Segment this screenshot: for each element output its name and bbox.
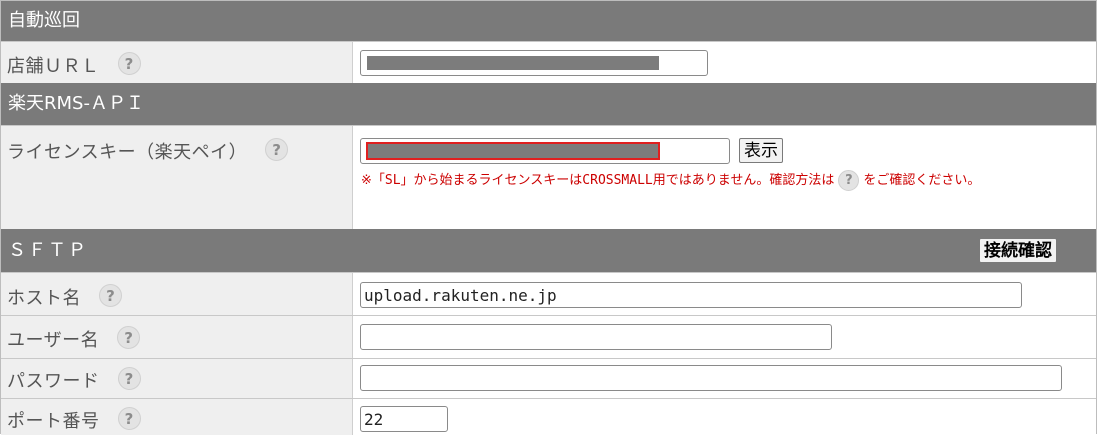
show-license-button[interactable]: 表示: [739, 138, 783, 163]
section-header-rakuten-api: 楽天RMS-ＡＰＩ: [1, 83, 1096, 125]
port-label: ポート番号: [7, 411, 100, 432]
help-icon[interactable]: ?: [117, 367, 141, 390]
row-port: ポート番号 ?: [1, 398, 1096, 435]
field-value: [353, 316, 1096, 358]
shop-url-input[interactable]: [360, 50, 708, 76]
username-label: ユーザー名: [7, 330, 100, 351]
password-input[interactable]: [360, 365, 1062, 391]
field-label: ホスト名 ?: [1, 273, 353, 315]
license-key-notice: ※「SL」から始まるライセンスキーはCROSSMALL用ではありません。確認方法…: [361, 167, 1090, 195]
field-value: [353, 273, 1096, 315]
host-input[interactable]: [360, 282, 1022, 308]
help-icon[interactable]: ?: [838, 170, 860, 191]
help-icon[interactable]: ?: [117, 326, 141, 349]
notice-text: ※「SL」から始まるライセンスキーはCROSSMALL用ではありません。確認方法…: [361, 173, 835, 188]
row-host: ホスト名 ?: [1, 272, 1096, 315]
username-input[interactable]: [360, 324, 832, 350]
field-label: 店舗ＵＲＬ ?: [1, 42, 353, 83]
section-title: 自動巡回: [8, 10, 80, 31]
license-key-input[interactable]: [360, 138, 730, 164]
section-header-sftp: ＳＦＴＰ 接続確認: [1, 229, 1096, 272]
redacted-mask: [367, 56, 659, 70]
license-key-label: ライセンスキー（楽天ペイ）: [7, 142, 248, 163]
shop-url-label: 店舗ＵＲＬ: [7, 56, 100, 77]
help-icon[interactable]: ?: [99, 284, 122, 307]
host-label: ホスト名: [7, 288, 81, 309]
field-label: ポート番号 ?: [1, 399, 353, 435]
connection-check-button[interactable]: 接続確認: [979, 238, 1057, 263]
field-value: [353, 42, 1096, 83]
section-header-auto-patrol: 自動巡回: [1, 1, 1096, 41]
field-label: ライセンスキー（楽天ペイ） ?: [1, 126, 353, 229]
password-label: パスワード: [7, 371, 100, 392]
field-value: [353, 399, 1096, 435]
row-shop-url: 店舗ＵＲＬ ?: [1, 41, 1096, 83]
settings-form: 自動巡回 店舗ＵＲＬ ? 楽天RMS-ＡＰＩ ライセンスキー（楽天ペイ） ? 表…: [0, 0, 1097, 435]
help-icon[interactable]: ?: [265, 138, 289, 161]
port-input[interactable]: [360, 406, 448, 432]
field-label: ユーザー名 ?: [1, 316, 353, 358]
section-title: 楽天RMS-ＡＰＩ: [8, 93, 144, 114]
field-value: 表示 ※「SL」から始まるライセンスキーはCROSSMALL用ではありません。確…: [353, 126, 1096, 229]
help-icon[interactable]: ?: [117, 407, 141, 430]
row-username: ユーザー名 ?: [1, 315, 1096, 358]
notice-text-end: をご確認ください。: [863, 173, 981, 188]
section-title: ＳＦＴＰ: [8, 239, 88, 261]
field-label: パスワード ?: [1, 359, 353, 398]
redacted-mask: [366, 142, 660, 160]
field-value: [353, 359, 1096, 398]
row-password: パスワード ?: [1, 358, 1096, 398]
row-license-key: ライセンスキー（楽天ペイ） ? 表示 ※「SL」から始まるライセンスキーはCRO…: [1, 125, 1096, 229]
help-icon[interactable]: ?: [117, 52, 141, 75]
